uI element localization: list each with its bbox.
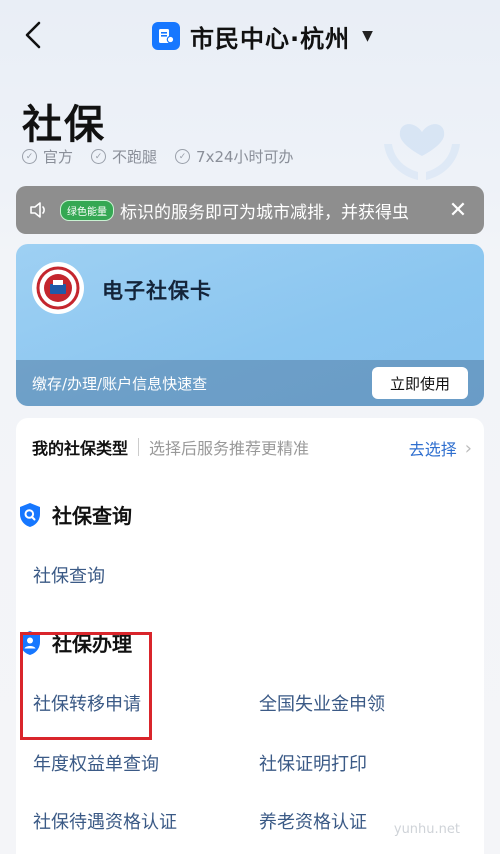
- notice-text: 标识的服务即可为城市减排，并获得虫: [120, 202, 409, 223]
- tag-item: ✓ 不跑腿: [91, 146, 157, 167]
- close-icon[interactable]: ✕: [444, 196, 472, 224]
- section-query-title: 社保查询: [18, 500, 132, 529]
- service-pension-qualification[interactable]: 养老资格认证: [259, 808, 367, 834]
- green-energy-badge: 绿色能量: [60, 199, 114, 221]
- divider: [138, 438, 140, 456]
- tag-label: 不跑腿: [112, 148, 158, 166]
- chevron-left-icon: [25, 21, 41, 49]
- tag-label: 7x24小时可办: [196, 148, 294, 166]
- service-annual-rights[interactable]: 年度权益单查询: [33, 750, 159, 776]
- caret-down-icon: ▼: [362, 28, 373, 44]
- social-security-card[interactable]: 电子社保卡 缴存/办理/账户信息快速查 立即使用: [16, 244, 484, 406]
- use-now-button[interactable]: 立即使用: [372, 367, 468, 399]
- type-hint: 选择后服务推荐更精准: [149, 439, 310, 458]
- service-benefit-qualification[interactable]: 社保待遇资格认证: [33, 808, 177, 834]
- choose-type-button[interactable]: 去选择 ›: [409, 436, 472, 460]
- watermark: yunhu.net: [393, 822, 460, 837]
- card-subtitle: 缴存/办理/账户信息快速查: [32, 374, 208, 393]
- heart-hands-icon: [384, 124, 460, 180]
- service-unemployment[interactable]: 全国失业金申领: [259, 690, 385, 716]
- tag-label: 官方: [43, 148, 74, 166]
- hero-tags: ✓ 官方 ✓ 不跑腿 ✓ 7x24小时可办: [22, 146, 294, 167]
- shield-search-icon: [20, 502, 40, 527]
- choose-type-label: 去选择: [408, 440, 457, 459]
- insurance-type-row: 我的社保类型 选择后服务推荐更精准 去选择 ›: [32, 436, 472, 460]
- card-footer: 缴存/办理/账户信息快速查 立即使用: [16, 360, 484, 406]
- card-title: 电子社保卡: [102, 279, 212, 303]
- type-label: 我的社保类型: [32, 439, 129, 458]
- service-certificate-print[interactable]: 社保证明打印: [259, 750, 367, 776]
- social-security-logo: [32, 262, 84, 314]
- speaker-icon: [30, 202, 45, 218]
- hero-section: 社保: [22, 92, 106, 150]
- section-title-text: 社保查询: [52, 504, 132, 528]
- notice-bar[interactable]: 绿色能量 标识的服务即可为城市减排，并获得虫 ✕: [16, 186, 484, 234]
- highlight-annotation: [20, 632, 152, 740]
- back-button[interactable]: [18, 18, 48, 52]
- citizen-center-icon: [152, 22, 180, 50]
- hero-title: 社保: [22, 102, 106, 148]
- page-title: 市民中心·杭州: [190, 24, 351, 53]
- tag-item: ✓ 7x24小时可办: [175, 146, 294, 167]
- chevron-right-icon: ›: [464, 437, 472, 459]
- check-circle-icon: ✓: [22, 149, 37, 164]
- check-circle-icon: ✓: [91, 149, 107, 164]
- top-bar: 市民中心·杭州 ▼: [0, 0, 500, 72]
- city-selector[interactable]: 市民中心·杭州 ▼: [152, 18, 373, 54]
- tag-item: ✓ 官方: [22, 146, 73, 167]
- check-circle-icon: ✓: [175, 149, 191, 164]
- service-query[interactable]: 社保查询: [33, 562, 105, 588]
